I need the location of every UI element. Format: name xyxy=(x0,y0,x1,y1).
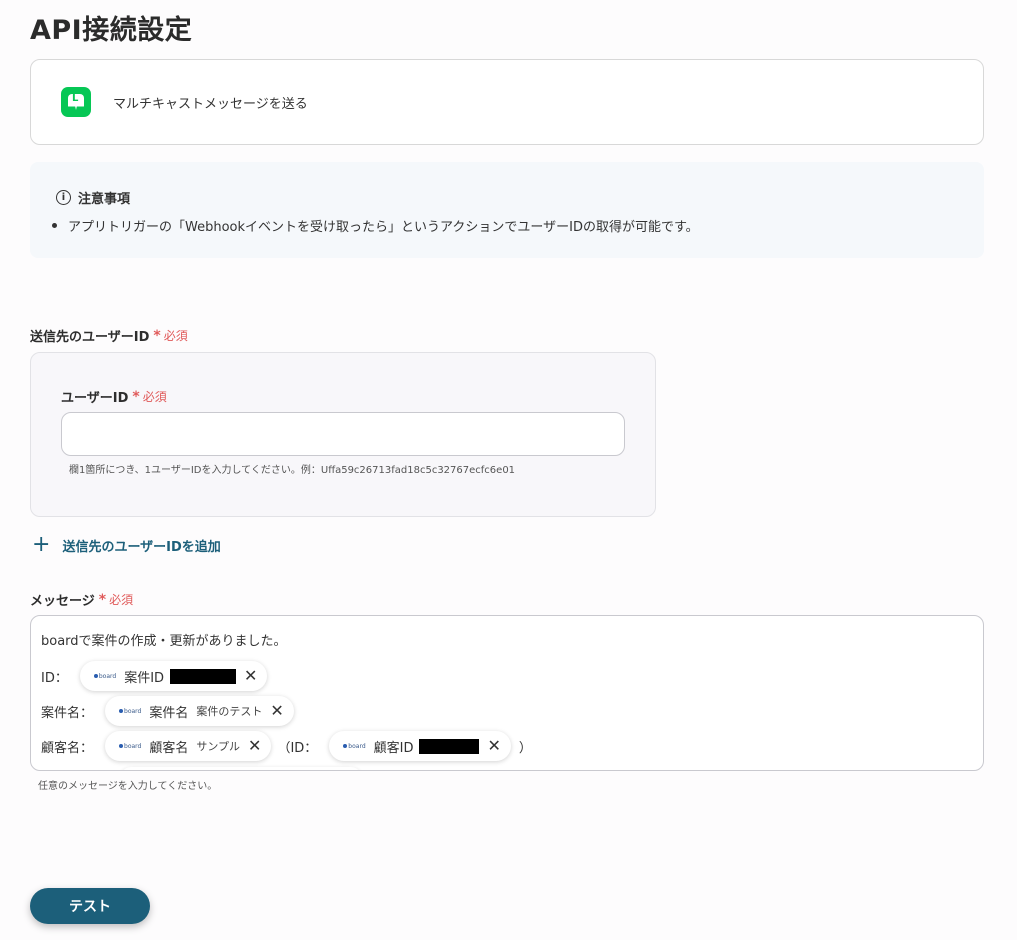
message-label-text: メッセージ xyxy=(30,594,95,609)
board-logo-icon: board xyxy=(94,673,116,680)
required-text: 必須 xyxy=(142,390,167,404)
message-line: boardで案件の作成・更新がありました。 xyxy=(41,634,287,649)
required-badge: * 必須 xyxy=(153,327,188,344)
close-icon[interactable]: ✕ xyxy=(487,738,500,754)
message-label: メッセージ * 必須 xyxy=(30,590,134,610)
board-logo-icon: board xyxy=(343,743,365,750)
message-line: 顧客名： board 顧客名 サンプル ✕ （ID： board 顧客ID ✕ … xyxy=(41,731,532,761)
chip-name: 案件名 xyxy=(149,705,189,721)
user-id-label: ユーザーID * 必須 xyxy=(61,387,167,407)
close-icon[interactable]: ✕ xyxy=(244,668,257,684)
required-text: 必須 xyxy=(163,329,188,343)
test-button[interactable]: テスト xyxy=(30,888,150,924)
redacted-value xyxy=(170,668,237,684)
chip-name: 顧客ID xyxy=(373,740,414,756)
notice-item-text: アプリトリガーの「Webhookイベントを受け取ったら」というアクションでユーザ… xyxy=(68,220,699,235)
board-logo-icon: board xyxy=(119,708,141,715)
add-recipient-label: 送信先のユーザーIDを追加 xyxy=(62,539,221,555)
variable-chip[interactable]: board 顧客ID ✕ xyxy=(329,731,511,761)
plus-icon: + xyxy=(32,532,51,557)
variable-chip[interactable]: board 案件名 案件のテスト ✕ xyxy=(105,696,294,726)
user-id-input[interactable] xyxy=(61,412,625,456)
required-text: 必須 xyxy=(109,593,134,607)
variable-chip-partial xyxy=(121,767,361,770)
close-icon[interactable]: ✕ xyxy=(248,738,261,754)
redacted-value xyxy=(419,738,480,754)
line-middle: （ID： xyxy=(277,740,318,756)
line-prefix: ID： xyxy=(41,670,68,686)
action-card: マルチキャストメッセージを送る xyxy=(30,59,984,145)
message-hint: 任意のメッセージを入力してください。 xyxy=(38,781,218,792)
chip-name: 顧客名 xyxy=(149,740,189,756)
chip-name: 案件ID xyxy=(124,670,165,686)
user-id-group: ユーザーID * 必須 欄1箇所につき、1ユーザーIDを入力してください。例：Uf… xyxy=(30,352,656,517)
line-prefix: 顧客名： xyxy=(41,740,94,756)
required-badge: * 必須 xyxy=(132,388,167,405)
message-line: ID： board 案件ID ✕ xyxy=(41,661,268,691)
board-logo-icon: board xyxy=(119,743,141,750)
close-icon[interactable]: ✕ xyxy=(270,703,283,719)
info-icon: i xyxy=(56,190,71,205)
notice-box: i 注意事項 アプリトリガーの「Webhookイベントを受け取ったら」というアク… xyxy=(30,162,984,258)
line-suffix: ） xyxy=(518,740,532,756)
required-badge: * 必須 xyxy=(98,591,134,608)
message-editor[interactable]: boardで案件の作成・更新がありました。 ID： board 案件ID ✕ 案… xyxy=(30,615,984,771)
bullet-icon xyxy=(52,223,57,228)
chip-value: サンプル xyxy=(196,740,241,753)
action-label: マルチキャストメッセージを送る xyxy=(113,96,308,112)
user-id-label-text: ユーザーID xyxy=(61,391,129,406)
notice-title: 注意事項 xyxy=(78,192,131,207)
recipients-label: 送信先のユーザーID * 必須 xyxy=(30,326,188,346)
variable-chip[interactable]: board 案件ID ✕ xyxy=(79,661,268,691)
add-recipient-button[interactable]: + 送信先のユーザーIDを追加 xyxy=(32,534,221,556)
recipients-label-text: 送信先のユーザーID xyxy=(30,330,150,345)
notice-item: アプリトリガーの「Webhookイベントを受け取ったら」というアクションでユーザ… xyxy=(52,216,699,235)
line-icon xyxy=(61,87,91,117)
line-prefix: 案件名： xyxy=(41,705,94,721)
notice-header: i 注意事項 xyxy=(56,188,130,207)
variable-chip[interactable]: board 顧客名 サンプル ✕ xyxy=(105,731,272,761)
user-id-hint: 欄1箇所につき、1ユーザーIDを入力してください。例：Uffa59c26713f… xyxy=(69,465,516,476)
message-line: 案件名： board 案件名 案件のテスト ✕ xyxy=(41,696,294,726)
chip-value: 案件のテスト xyxy=(196,705,263,718)
page-title: API接続設定 xyxy=(30,15,193,46)
